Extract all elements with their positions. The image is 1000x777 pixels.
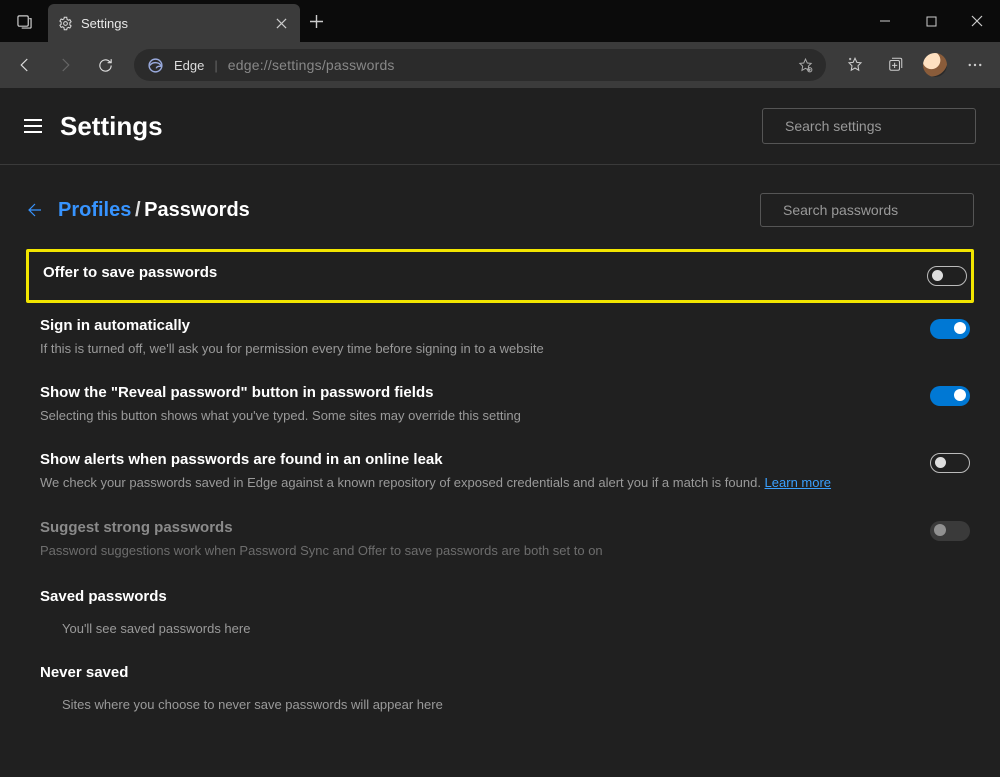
new-tab-button[interactable]	[300, 0, 332, 42]
page-title: Settings	[60, 111, 163, 142]
saved-passwords-heading: Saved passwords	[26, 574, 974, 611]
setting-desc: Password suggestions work when Password …	[40, 542, 914, 560]
favorites-button[interactable]	[836, 48, 874, 82]
address-bar[interactable]: Edge | edge://settings/passwords	[134, 49, 826, 81]
collections-button[interactable]	[876, 48, 914, 82]
close-window-button[interactable]	[954, 0, 1000, 42]
toggle-auto-signin[interactable]	[930, 319, 970, 339]
saved-passwords-empty: You'll see saved passwords here	[26, 611, 974, 650]
breadcrumb-group: Profiles / Passwords	[58, 199, 250, 222]
browser-toolbar: Edge | edge://settings/passwords	[0, 42, 1000, 88]
address-url: edge://settings/passwords	[228, 57, 395, 73]
toggle-suggest-strong-passwords	[930, 521, 970, 541]
favorite-icon[interactable]	[797, 57, 814, 74]
hamburger-menu-button[interactable]	[24, 119, 42, 133]
more-menu-button[interactable]	[956, 48, 994, 82]
settings-content: Profiles / Passwords Offer to save passw…	[0, 165, 1000, 726]
close-tab-icon[interactable]	[272, 18, 290, 29]
settings-header: Settings	[0, 88, 1000, 165]
refresh-button[interactable]	[86, 48, 124, 82]
toggle-reveal-password[interactable]	[930, 386, 970, 406]
breadcrumb-separator: /	[135, 199, 141, 221]
setting-title: Show alerts when passwords are found in …	[40, 451, 914, 468]
learn-more-link[interactable]: Learn more	[765, 475, 831, 490]
setting-offer-save-passwords: Offer to save passwords	[26, 249, 974, 303]
setting-title: Offer to save passwords	[43, 264, 911, 281]
setting-desc: Selecting this button shows what you've …	[40, 407, 914, 425]
setting-title: Suggest strong passwords	[40, 519, 914, 536]
profile-button[interactable]	[916, 48, 954, 82]
window-controls	[862, 0, 1000, 42]
setting-reveal-password: Show the "Reveal password" button in pas…	[26, 372, 974, 439]
never-saved-empty: Sites where you choose to never save pas…	[26, 687, 974, 726]
setting-suggest-strong-passwords: Suggest strong passwords Password sugges…	[26, 507, 974, 574]
edge-logo-icon	[146, 56, 164, 74]
search-settings[interactable]	[762, 108, 976, 144]
back-button[interactable]	[6, 48, 44, 82]
search-passwords[interactable]	[760, 193, 974, 227]
setting-leak-alerts: Show alerts when passwords are found in …	[26, 439, 974, 506]
browser-tab[interactable]: Settings	[48, 4, 300, 42]
search-passwords-input[interactable]	[783, 202, 964, 218]
tab-title: Settings	[81, 16, 264, 31]
minimize-button[interactable]	[862, 0, 908, 42]
address-brand: Edge	[174, 58, 204, 73]
setting-desc: If this is turned off, we'll ask you for…	[40, 340, 914, 358]
breadcrumb: Profiles / Passwords	[26, 193, 974, 227]
setting-desc: We check your passwords saved in Edge ag…	[40, 474, 914, 492]
setting-auto-signin: Sign in automatically If this is turned …	[26, 305, 974, 372]
toggle-leak-alerts[interactable]	[930, 453, 970, 473]
breadcrumb-parent[interactable]: Profiles	[58, 199, 131, 221]
maximize-button[interactable]	[908, 0, 954, 42]
address-separator: |	[214, 58, 217, 73]
search-settings-input[interactable]	[785, 118, 966, 134]
forward-button[interactable]	[46, 48, 84, 82]
setting-title: Sign in automatically	[40, 317, 914, 334]
tab-actions-icon[interactable]	[0, 0, 48, 42]
setting-desc-text: We check your passwords saved in Edge ag…	[40, 475, 765, 490]
setting-title: Show the "Reveal password" button in pas…	[40, 384, 914, 401]
breadcrumb-current: Passwords	[144, 199, 250, 221]
never-saved-heading: Never saved	[26, 650, 974, 687]
gear-icon	[58, 16, 73, 31]
avatar-icon	[923, 53, 947, 77]
toggle-offer-save-passwords[interactable]	[927, 266, 967, 286]
breadcrumb-back-icon[interactable]	[26, 201, 44, 219]
window-titlebar: Settings	[0, 0, 1000, 42]
